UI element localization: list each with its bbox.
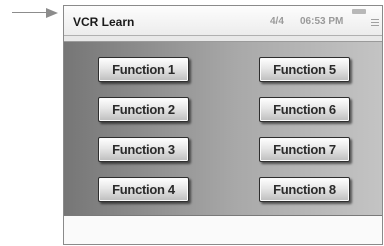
battery-icon [352,9,366,14]
pointer-arrowhead-icon [46,8,58,18]
function-3-button[interactable]: Function 3 [98,137,189,162]
function-panel: Function 1 Function 5 Function 2 Functio… [64,42,382,216]
clock: 06:53 PM [300,16,344,27]
function-6-button[interactable]: Function 6 [259,97,350,122]
page-indicator: 4/4 [270,16,284,27]
footer-area [64,216,382,244]
title-bar: VCR Learn 4/4 06:53 PM [64,6,382,36]
function-4-button[interactable]: Function 4 [98,177,189,202]
function-7-button[interactable]: Function 7 [259,137,350,162]
function-5-button[interactable]: Function 5 [259,57,350,82]
app-title: VCR Learn [73,15,135,29]
menu-icon[interactable] [371,19,379,26]
pointer-arrow-icon [12,12,48,13]
function-1-button[interactable]: Function 1 [98,57,189,82]
vcr-learn-screen: VCR Learn 4/4 06:53 PM Function 1 Functi… [63,5,383,245]
function-8-button[interactable]: Function 8 [259,177,350,202]
function-2-button[interactable]: Function 2 [98,97,189,122]
